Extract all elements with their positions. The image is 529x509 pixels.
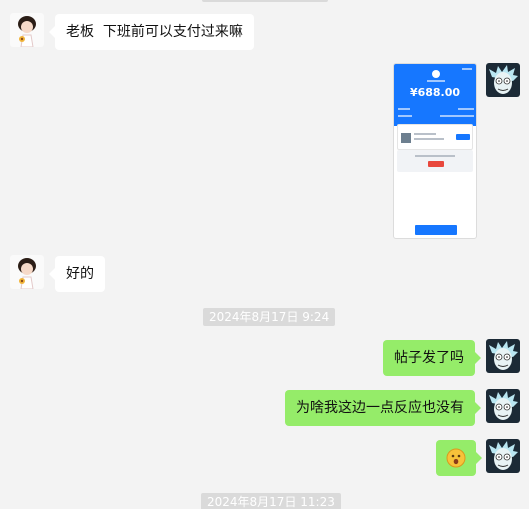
- girl-avatar[interactable]: [10, 255, 44, 289]
- payment-amount: ¥688.00: [409, 86, 461, 99]
- message-text: 帖子发了吗: [394, 350, 464, 366]
- message-bubble-6[interactable]: 为啥我这边一点反应也没有: [285, 390, 481, 426]
- rick-avatar[interactable]: [486, 439, 520, 473]
- rick-avatar[interactable]: [486, 339, 520, 373]
- message-bubble-3[interactable]: 好的: [49, 256, 105, 292]
- surprised-face-icon: [446, 448, 466, 468]
- payment-screenshot-image[interactable]: ¥688.00: [393, 63, 477, 239]
- product-thumbnail: [401, 133, 411, 143]
- message-text: 好的: [66, 266, 94, 282]
- message-bubble-1[interactable]: 老板 下班前可以支付过来嘛: [49, 14, 254, 50]
- payment-header: ¥688.00: [394, 64, 476, 126]
- timestamp: 2024年8月17日 11:23: [201, 493, 341, 509]
- girl-avatar[interactable]: [10, 13, 44, 47]
- rick-avatar[interactable]: [486, 63, 520, 97]
- message-bubble-7[interactable]: [436, 440, 482, 476]
- message-text: 为啥我这边一点反应也没有: [296, 400, 464, 416]
- payment-done-button: [415, 225, 457, 235]
- timestamp: 2024年8月17日 9:24: [203, 308, 336, 326]
- message-bubble-5[interactable]: 帖子发了吗: [383, 340, 481, 376]
- rick-avatar[interactable]: [486, 389, 520, 423]
- prev-timestamp-edge: [202, 0, 328, 2]
- payment-app-icon: [432, 70, 440, 78]
- message-text: 老板 下班前可以支付过来嘛: [66, 24, 243, 40]
